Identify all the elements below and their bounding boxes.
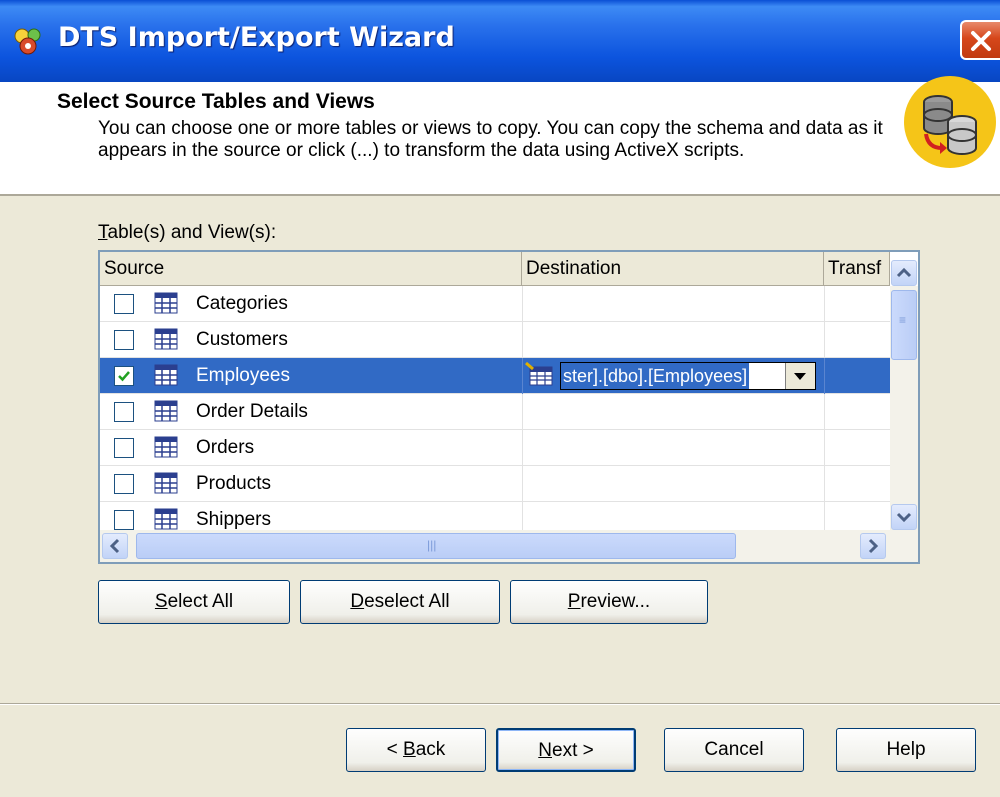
- next-button[interactable]: Next >: [496, 728, 636, 772]
- back-button[interactable]: < Back: [346, 728, 486, 772]
- back-label: ack: [415, 739, 446, 760]
- row-checkbox[interactable]: [114, 330, 134, 350]
- source-table-name: Customers: [196, 329, 288, 350]
- column-divider: [824, 430, 825, 466]
- preview-accel: P: [567, 591, 581, 612]
- destination-table-icon: [524, 361, 554, 387]
- column-header-source[interactable]: Source: [100, 252, 522, 286]
- tables-views-label-text: able(s) and View(s):: [107, 222, 277, 243]
- page-description: You can choose one or more tables or vie…: [98, 118, 883, 161]
- column-divider: [522, 394, 523, 430]
- close-button[interactable]: [960, 20, 1000, 60]
- column-divider: [522, 430, 523, 466]
- column-divider: [522, 286, 523, 322]
- dropdown-arrow-icon: [794, 373, 806, 380]
- tables-views-label: Table(s) and View(s):: [98, 222, 276, 244]
- dropdown-button[interactable]: [785, 363, 815, 389]
- column-divider: [824, 286, 825, 322]
- column-divider: [824, 322, 825, 358]
- scroll-left-button[interactable]: [102, 533, 128, 559]
- scroll-up-button[interactable]: [891, 260, 917, 286]
- table-icon: [154, 508, 178, 530]
- column-divider: [522, 466, 523, 502]
- table-icon: [154, 292, 178, 314]
- row-checkbox[interactable]: [114, 402, 134, 422]
- table-row[interactable]: Orders: [100, 430, 890, 466]
- deselect-all-label: eselect All: [364, 591, 450, 612]
- table-row[interactable]: Categories: [100, 286, 890, 322]
- window-title: DTS Import/Export Wizard: [58, 22, 455, 53]
- column-divider: [522, 322, 523, 358]
- row-checkbox[interactable]: [114, 474, 134, 494]
- source-table-name: Order Details: [196, 401, 308, 422]
- wizard-header: Select Source Tables and Views You can c…: [0, 76, 1000, 196]
- next-label: ext >: [552, 740, 594, 761]
- deselect-all-button[interactable]: Deselect All: [300, 580, 500, 624]
- horizontal-scrollbar[interactable]: |||: [100, 530, 918, 562]
- table-icon: [154, 436, 178, 458]
- footer-separator: [0, 703, 1000, 705]
- preview-label: review...: [580, 591, 651, 612]
- source-table-name: Employees: [196, 365, 290, 386]
- page-title: Select Source Tables and Views: [57, 90, 375, 113]
- tables-views-grid[interactable]: Source Destination Transf Categories Cust…: [98, 250, 920, 564]
- chevron-right-icon: [868, 538, 879, 554]
- source-table-name: Categories: [196, 293, 288, 314]
- back-accel: B: [403, 739, 416, 760]
- preview-button[interactable]: Preview...: [510, 580, 708, 624]
- scroll-down-button[interactable]: [891, 504, 917, 530]
- table-row[interactable]: Employees ster].[dbo].[Employees]: [100, 358, 890, 394]
- close-icon: [971, 31, 991, 51]
- table-row[interactable]: Customers: [100, 322, 890, 358]
- tables-views-label-accel: T: [98, 222, 108, 243]
- select-all-label: elect All: [167, 591, 234, 612]
- table-row[interactable]: Order Details: [100, 394, 890, 430]
- table-row[interactable]: Products: [100, 466, 890, 502]
- destination-combobox[interactable]: ster].[dbo].[Employees]: [560, 362, 816, 390]
- deselect-all-accel: D: [350, 591, 365, 612]
- select-all-button[interactable]: Select All: [98, 580, 290, 624]
- select-all-accel: S: [154, 591, 168, 612]
- next-accel: N: [538, 740, 552, 761]
- column-header-transform[interactable]: Transf: [824, 252, 890, 286]
- database-copy-icon: [904, 76, 996, 168]
- source-table-name: Products: [196, 473, 271, 494]
- destination-value: ster].[dbo].[Employees]: [561, 363, 750, 389]
- help-button[interactable]: Help: [836, 728, 976, 772]
- vertical-scroll-thumb[interactable]: ≡: [891, 290, 917, 360]
- scroll-right-button[interactable]: [860, 533, 886, 559]
- horizontal-scroll-thumb[interactable]: |||: [136, 533, 736, 559]
- row-checkbox[interactable]: [114, 438, 134, 458]
- column-divider: [522, 358, 523, 394]
- row-checkbox[interactable]: [114, 294, 134, 314]
- column-divider: [824, 394, 825, 430]
- table-icon: [154, 364, 178, 386]
- checkmark-icon: [118, 371, 130, 382]
- grip-icon: ≡: [899, 313, 907, 327]
- cancel-button[interactable]: Cancel: [664, 728, 804, 772]
- vertical-scrollbar[interactable]: ≡: [890, 260, 918, 530]
- title-bar[interactable]: DTS Import/Export Wizard: [0, 0, 1000, 82]
- back-prefix: <: [386, 739, 404, 760]
- wizard-app-icon: [14, 28, 41, 55]
- column-divider: [824, 466, 825, 502]
- row-checkbox[interactable]: [114, 510, 134, 530]
- chevron-up-icon: [896, 267, 912, 278]
- table-icon: [154, 328, 178, 350]
- table-icon: [154, 400, 178, 422]
- source-table-name: Orders: [196, 437, 255, 458]
- table-icon: [154, 472, 178, 494]
- column-header-destination[interactable]: Destination: [522, 252, 824, 286]
- grip-icon: |||: [427, 538, 437, 552]
- row-checkbox[interactable]: [114, 366, 134, 386]
- column-divider: [824, 358, 825, 394]
- chevron-left-icon: [109, 538, 120, 554]
- chevron-down-icon: [896, 512, 912, 523]
